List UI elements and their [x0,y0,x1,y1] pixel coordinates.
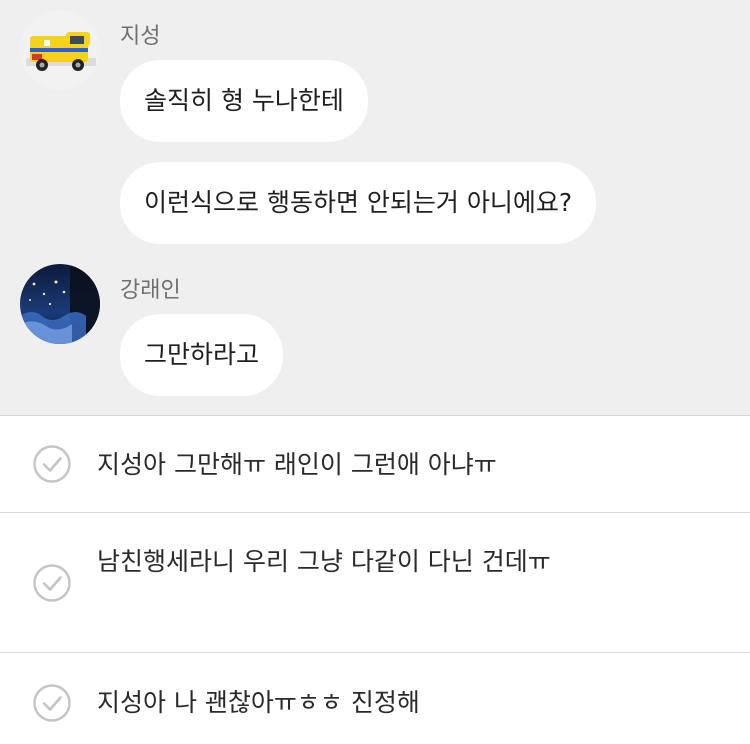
avatar-raein[interactable] [20,264,100,344]
check-circle-icon [33,564,71,602]
message-bubble: 솔직히 형 누나한테 [120,60,368,142]
choice-option[interactable]: 남친행세라니 우리 그냥 다같이 다닌 건데ㅠ [0,512,750,652]
choice-text: 남친행세라니 우리 그냥 다같이 다닌 건데ㅠ [97,547,551,576]
choice-text: 지성아 나 괜찮아ㅠㅎㅎ 진정해 [97,688,420,717]
choice-text: 지성아 그만해ㅠ 래인이 그런애 아냐ㅠ [97,450,497,479]
choice-option[interactable]: 지성아 나 괜찮아ㅠㅎㅎ 진정해 [0,652,750,744]
check-circle-icon [33,684,71,722]
ambulance-avatar-icon [20,10,100,90]
choice-option[interactable]: 지성아 그만해ㅠ 래인이 그런애 아냐ㅠ [0,415,750,512]
sender-name: 지성 [120,24,161,49]
check-circle-icon [33,445,71,483]
sender-name: 강래인 [120,278,181,303]
avatar-jiseong[interactable] [20,10,100,90]
message-bubble: 그만하라고 [120,314,284,396]
night-ocean-avatar-icon [20,264,100,344]
message-bubble: 이런식으로 행동하면 안되는거 아니에요? [120,162,597,244]
choice-list: 지성아 그만해ㅠ 래인이 그런애 아냐ㅠ 남친행세라니 우리 그냥 다같이 다닌… [0,415,750,744]
chat-area: 지성 솔직히 형 누나한테 이런식으로 행동하면 안되는거 아니에요? 강래인 [0,0,750,415]
